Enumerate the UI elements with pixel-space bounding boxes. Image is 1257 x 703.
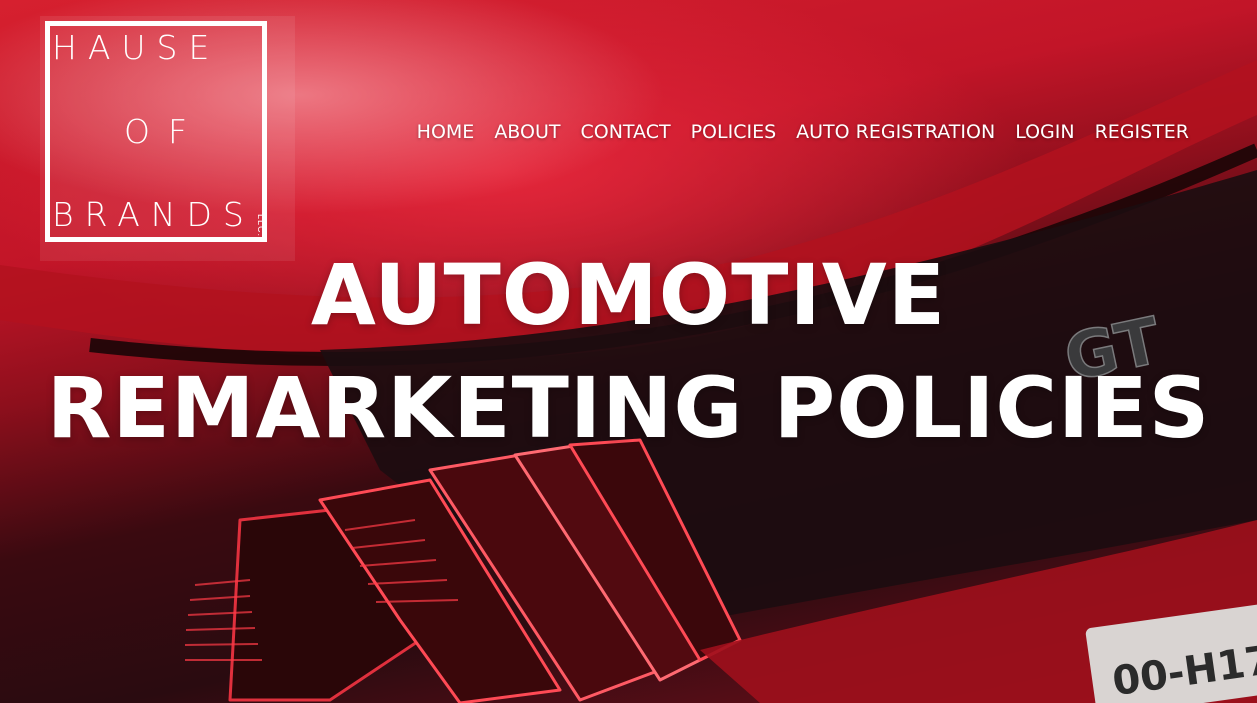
nav-about[interactable]: ABOUT	[484, 120, 570, 144]
nav-contact[interactable]: CONTACT	[570, 120, 680, 144]
hero-title-line1: AUTOMOTIVE	[310, 246, 947, 344]
logo-text-line2: OF	[124, 112, 205, 151]
nav-policies[interactable]: POLICIES	[681, 120, 787, 144]
logo-text-line3: BRANDS	[52, 195, 255, 234]
nav-home[interactable]: HOME	[407, 120, 485, 144]
hero-title-line2: REMARKETING POLICIES	[46, 359, 1211, 457]
main-navigation: HOME ABOUT CONTACT POLICIES AUTO REGISTR…	[407, 120, 1199, 144]
nav-register[interactable]: REGISTER	[1085, 120, 1199, 144]
logo-suffix: LLC.	[256, 214, 266, 238]
logo-text-line1: HAUSE	[52, 28, 221, 67]
nav-login[interactable]: LOGIN	[1005, 120, 1084, 144]
nav-auto-registration[interactable]: AUTO REGISTRATION	[786, 120, 1005, 144]
